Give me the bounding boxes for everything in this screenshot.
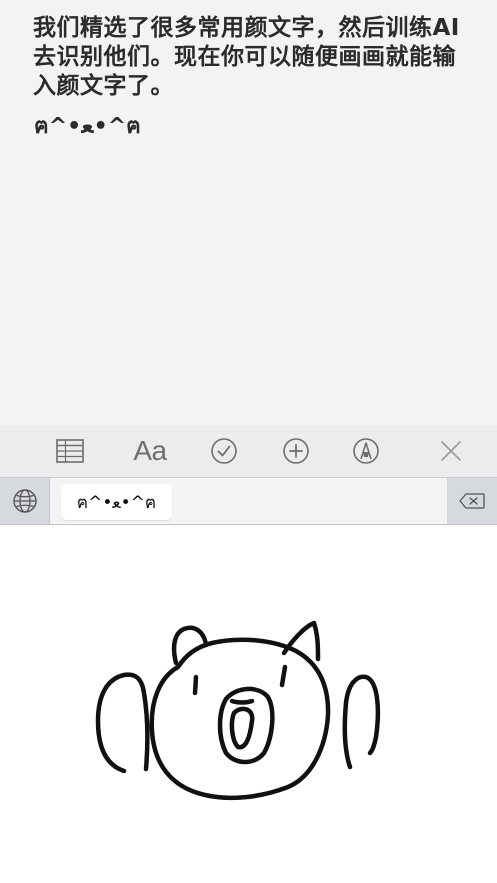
handwriting-pad[interactable] xyxy=(0,525,497,883)
markup-pen-icon xyxy=(353,438,379,464)
sketch-right-eye-stroke xyxy=(279,664,288,688)
text-format-button[interactable]: Aa xyxy=(128,425,172,477)
sketch-left-arm-stroke xyxy=(95,672,150,774)
note-editor[interactable]: 我们精选了很多常用颜文字，然后训练AI去识别他们。现在你可以随便画画就能输入颜文… xyxy=(0,0,497,425)
close-button[interactable] xyxy=(436,425,466,477)
note-emoticon: ฅ^•ﻌ•^ฅ xyxy=(34,114,141,139)
markup-button[interactable] xyxy=(350,425,382,477)
sketch-muzzle-stroke xyxy=(217,686,275,765)
candidate-strip: ฅ^•ﻌ•^ฅ xyxy=(50,478,447,524)
text-format-icon: Aa xyxy=(133,435,167,466)
candidate-emoticon[interactable]: ฅ^•ﻌ•^ฅ xyxy=(61,484,172,520)
checklist-button[interactable] xyxy=(208,425,240,477)
sketch-mouth-stroke xyxy=(229,706,255,750)
delete-backspace-icon xyxy=(459,493,485,509)
note-body-text: 我们精选了很多常用颜文字，然后训练AI去识别他们。现在你可以随便画画就能输入颜文… xyxy=(33,15,460,99)
table-button[interactable] xyxy=(52,425,88,477)
notes-toolbar: Aa xyxy=(0,425,497,477)
delete-key[interactable] xyxy=(447,478,497,524)
checklist-icon xyxy=(211,438,237,464)
sketch-nose-stroke xyxy=(229,698,255,705)
sketch-left-eye-stroke xyxy=(192,674,199,696)
globe-key[interactable] xyxy=(0,478,50,524)
bear-sketch-drawing xyxy=(95,620,381,801)
close-icon xyxy=(441,441,461,461)
table-icon xyxy=(56,439,84,463)
add-icon xyxy=(283,438,309,464)
sketch-right-arm-stroke xyxy=(342,674,381,770)
add-button[interactable] xyxy=(280,425,312,477)
candidate-bar: ฅ^•ﻌ•^ฅ xyxy=(0,477,497,525)
globe-icon xyxy=(12,489,37,513)
screen: 我们精选了很多常用颜文字，然后训练AI去识别他们。现在你可以随便画画就能输入颜文… xyxy=(0,0,497,883)
